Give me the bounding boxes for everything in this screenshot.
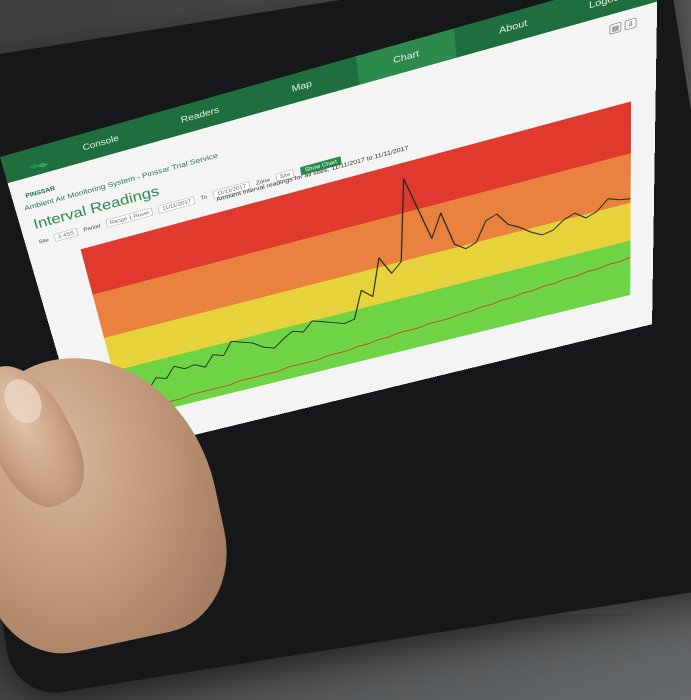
site-label: Site xyxy=(38,237,49,245)
nav-logout[interactable]: Logout xyxy=(555,0,658,30)
photo-scene: Console Readers Map Chart About Logout P… xyxy=(0,0,691,614)
period-label: Period xyxy=(83,223,101,233)
from-date-input[interactable]: 11/11/2017 xyxy=(158,196,196,214)
to-label: To xyxy=(200,194,207,201)
site-select[interactable]: 2-4SS xyxy=(53,228,78,242)
download-icon[interactable]: ⇩ xyxy=(625,17,637,30)
print-icon[interactable]: ▤ xyxy=(609,22,621,35)
